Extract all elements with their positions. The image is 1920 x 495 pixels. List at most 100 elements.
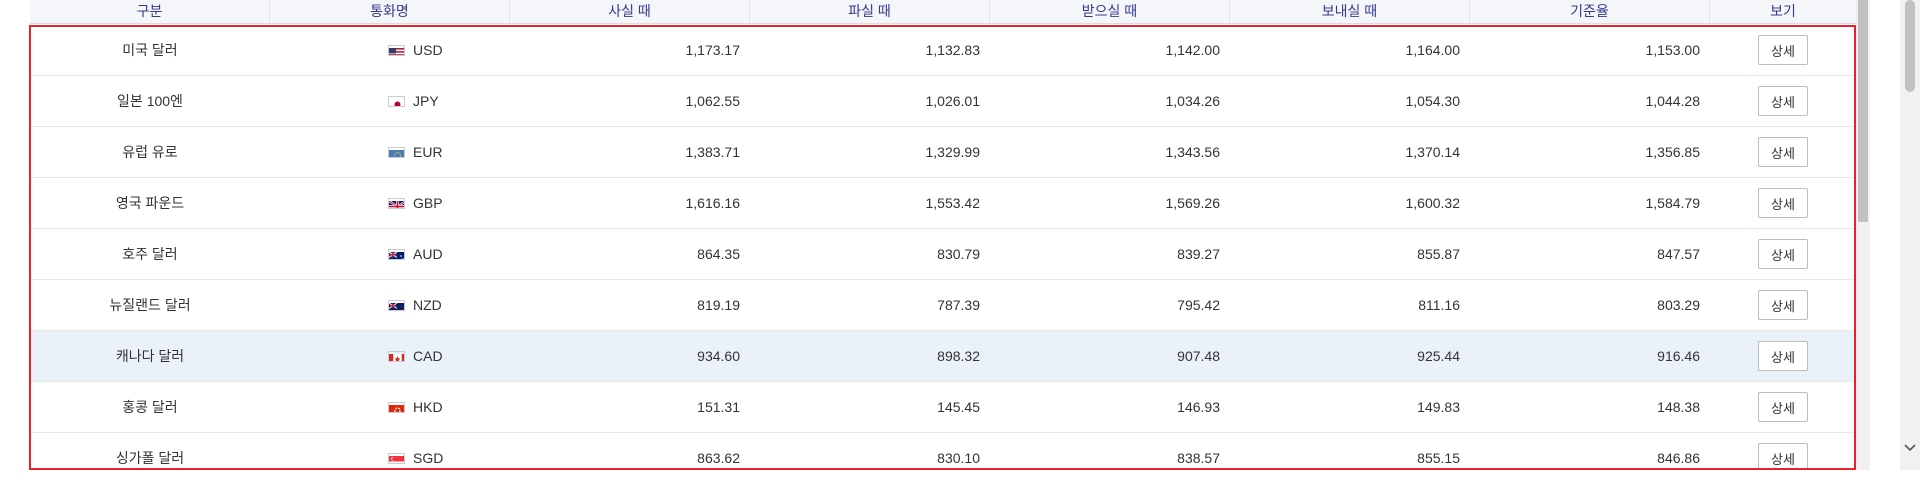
- currency-code: HKD: [413, 399, 443, 415]
- receive-rate: 838.57: [1177, 450, 1220, 466]
- buy-rate: 863.62: [697, 450, 740, 466]
- sell-rate: 1,132.83: [925, 42, 981, 58]
- sell-rate: 830.10: [937, 450, 980, 466]
- chevron-down-icon[interactable]: [1900, 438, 1920, 458]
- send-rate: 149.83: [1417, 399, 1460, 415]
- currency-name: 싱가폴 달러: [115, 450, 185, 466]
- send-rate: 1,600.32: [1405, 195, 1461, 211]
- view-cell: 상세: [1710, 382, 1856, 432]
- detail-button[interactable]: 상세: [1758, 392, 1808, 422]
- header-sell: 파실 때: [750, 0, 990, 23]
- currency-code-cell: EUR: [270, 127, 510, 177]
- header-receive: 받으실 때: [990, 0, 1230, 23]
- currency-code-cell: HKD: [270, 382, 510, 432]
- currency-name: 유럽 유로: [122, 144, 178, 160]
- header-currency: 통화명: [270, 0, 510, 23]
- receive-rate: 1,034.26: [1165, 93, 1221, 109]
- buy-rate: 864.35: [697, 246, 740, 262]
- table-row[interactable]: 캐나다 달러 CAD 934.60 898.32 907.48 925.44 9…: [30, 331, 1856, 382]
- currency-code-cell: USD: [270, 25, 510, 75]
- detail-button[interactable]: 상세: [1758, 35, 1808, 65]
- send-rate: 855.87: [1417, 246, 1460, 262]
- currency-name: 홍콩 달러: [122, 399, 178, 415]
- base-rate: 1,044.28: [1645, 93, 1701, 109]
- ca-flag-icon: [388, 350, 405, 362]
- view-cell: 상세: [1710, 280, 1856, 330]
- table-header: 구분 통화명 사실 때 파실 때 받으실 때 보내실 때 기준율 보기: [30, 0, 1856, 24]
- currency-code-cell: CAD: [270, 331, 510, 381]
- receive-rate: 1,569.26: [1165, 195, 1221, 211]
- table-row[interactable]: 일본 100엔 JPY 1,062.55 1,026.01 1,034.26 1…: [30, 76, 1856, 127]
- detail-button[interactable]: 상세: [1758, 86, 1808, 116]
- view-cell: 상세: [1710, 127, 1856, 177]
- table-row[interactable]: 뉴질랜드 달러 NZD 819.19 787.39 795.42 811.16 …: [30, 280, 1856, 331]
- us-flag-icon: [388, 44, 405, 56]
- base-rate: 847.57: [1657, 246, 1700, 262]
- view-cell: 상세: [1710, 25, 1856, 75]
- base-rate: 1,153.00: [1645, 42, 1701, 58]
- detail-button[interactable]: 상세: [1758, 443, 1808, 470]
- sell-rate: 1,026.01: [925, 93, 981, 109]
- buy-rate: 151.31: [697, 399, 740, 415]
- gb-flag-icon: [388, 197, 405, 209]
- table-row[interactable]: 영국 파운드 GBP 1,616.16 1,553.42 1,569.26 1,…: [30, 178, 1856, 229]
- table-row[interactable]: 싱가폴 달러 SGD 863.62 830.10 838.57 855.15 8…: [30, 433, 1856, 470]
- detail-button[interactable]: 상세: [1758, 341, 1808, 371]
- sell-rate: 1,553.42: [925, 195, 981, 211]
- currency-name: 일본 100엔: [117, 93, 183, 109]
- currency-name: 영국 파운드: [115, 195, 185, 211]
- nz-flag-icon: [388, 299, 405, 311]
- table-row[interactable]: 유럽 유로 EUR 1,383.71 1,329.99 1,343.56 1,3…: [30, 127, 1856, 178]
- page-scrollbar-thumb[interactable]: [1905, 0, 1915, 92]
- detail-button[interactable]: 상세: [1758, 137, 1808, 167]
- detail-button[interactable]: 상세: [1758, 290, 1808, 320]
- header-send: 보내실 때: [1230, 0, 1470, 23]
- sell-rate: 830.79: [937, 246, 980, 262]
- receive-rate: 795.42: [1177, 297, 1220, 313]
- table-row[interactable]: 미국 달러 USD 1,173.17 1,132.83 1,142.00 1,1…: [30, 25, 1856, 76]
- view-cell: 상세: [1710, 178, 1856, 228]
- detail-button[interactable]: 상세: [1758, 188, 1808, 218]
- header-view: 보기: [1770, 2, 1796, 19]
- currency-code: GBP: [413, 195, 443, 211]
- send-rate: 1,054.30: [1405, 93, 1461, 109]
- table-row[interactable]: 홍콩 달러 HKD 151.31 145.45 146.93 149.83 14…: [30, 382, 1856, 433]
- sell-rate: 145.45: [937, 399, 980, 415]
- currency-code: CAD: [413, 348, 443, 364]
- receive-rate: 839.27: [1177, 246, 1220, 262]
- base-rate: 1,356.85: [1645, 144, 1701, 160]
- table-scrollbar[interactable]: [1856, 0, 1870, 470]
- receive-rate: 907.48: [1177, 348, 1220, 364]
- page-scrollbar[interactable]: [1900, 0, 1920, 470]
- view-cell: 상세: [1710, 433, 1856, 470]
- detail-button[interactable]: 상세: [1758, 239, 1808, 269]
- header-buy: 사실 때: [510, 0, 750, 23]
- currency-code-cell: JPY: [270, 76, 510, 126]
- currency-name: 캐나다 달러: [115, 348, 185, 364]
- exchange-rate-page: 구분 통화명 사실 때 파실 때 받으실 때 보내실 때 기준율 보기 미국 달…: [0, 0, 1920, 495]
- send-rate: 855.15: [1417, 450, 1460, 466]
- base-rate: 803.29: [1657, 297, 1700, 313]
- currency-code: AUD: [413, 246, 443, 262]
- table-body[interactable]: 미국 달러 USD 1,173.17 1,132.83 1,142.00 1,1…: [30, 25, 1856, 470]
- currency-code-cell: SGD: [270, 433, 510, 470]
- hk-flag-icon: [388, 401, 405, 413]
- currency-code: JPY: [413, 93, 439, 109]
- eu-flag-icon: [388, 146, 405, 158]
- table-scrollbar-thumb[interactable]: [1858, 0, 1868, 222]
- view-cell: 상세: [1710, 331, 1856, 381]
- base-rate: 916.46: [1657, 348, 1700, 364]
- currency-name: 뉴질랜드 달러: [109, 297, 191, 313]
- base-rate: 148.38: [1657, 399, 1700, 415]
- receive-rate: 1,343.56: [1165, 144, 1221, 160]
- sg-flag-icon: [388, 452, 405, 464]
- base-rate: 846.86: [1657, 450, 1700, 466]
- currency-code: EUR: [413, 144, 443, 160]
- send-rate: 1,370.14: [1405, 144, 1461, 160]
- send-rate: 925.44: [1417, 348, 1460, 364]
- receive-rate: 1,142.00: [1165, 42, 1221, 58]
- table-row[interactable]: 호주 달러 AUD 864.35 830.79 839.27 855.87 84…: [30, 229, 1856, 280]
- view-cell: 상세: [1710, 229, 1856, 279]
- currency-code-cell: AUD: [270, 229, 510, 279]
- sell-rate: 787.39: [937, 297, 980, 313]
